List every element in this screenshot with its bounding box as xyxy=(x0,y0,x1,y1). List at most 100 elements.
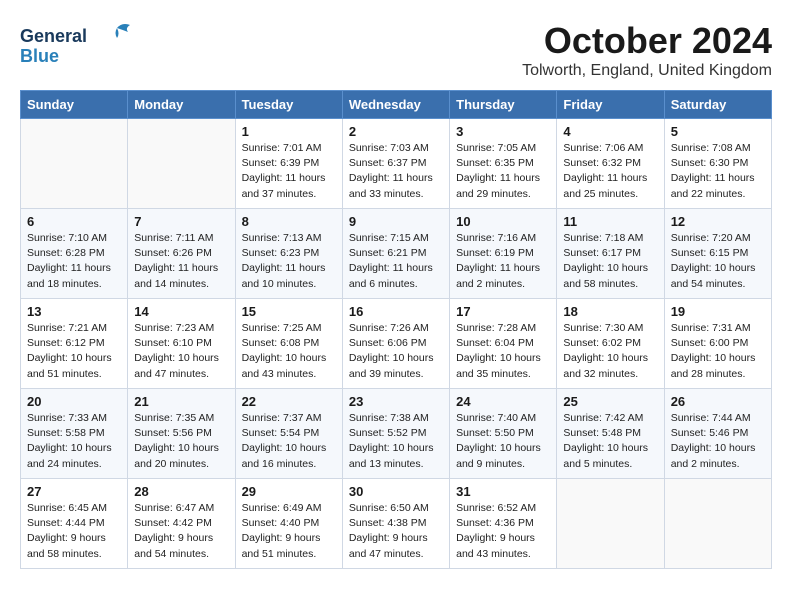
day-content: Sunrise: 7:23 AM Sunset: 6:10 PM Dayligh… xyxy=(134,321,228,382)
day-header-saturday: Saturday xyxy=(664,91,771,119)
day-content: Sunrise: 7:25 AM Sunset: 6:08 PM Dayligh… xyxy=(242,321,336,382)
day-content: Sunrise: 7:08 AM Sunset: 6:30 PM Dayligh… xyxy=(671,141,765,202)
day-number: 15 xyxy=(242,304,336,319)
day-number: 9 xyxy=(349,214,443,229)
day-content: Sunrise: 7:40 AM Sunset: 5:50 PM Dayligh… xyxy=(456,411,550,472)
calendar-week-2: 6 Sunrise: 7:10 AM Sunset: 6:28 PM Daylig… xyxy=(21,209,772,299)
svg-text:Blue: Blue xyxy=(20,46,59,66)
day-number: 13 xyxy=(27,304,121,319)
calendar-cell: 3 Sunrise: 7:05 AM Sunset: 6:35 PM Daylig… xyxy=(450,119,557,209)
calendar-week-1: 1Sunrise: 7:01 AM Sunset: 6:39 PM Daylig… xyxy=(21,119,772,209)
calendar-cell: 22 Sunrise: 7:37 AM Sunset: 5:54 PM Dayli… xyxy=(235,389,342,479)
calendar-cell: 11Sunrise: 7:18 AM Sunset: 6:17 PM Dayli… xyxy=(557,209,664,299)
calendar-cell: 14 Sunrise: 7:23 AM Sunset: 6:10 PM Dayli… xyxy=(128,299,235,389)
calendar-cell: 8 Sunrise: 7:13 AM Sunset: 6:23 PM Daylig… xyxy=(235,209,342,299)
day-content: Sunrise: 7:13 AM Sunset: 6:23 PM Dayligh… xyxy=(242,231,336,292)
calendar-cell: 25 Sunrise: 7:42 AM Sunset: 5:48 PM Dayli… xyxy=(557,389,664,479)
day-number: 29 xyxy=(242,484,336,499)
day-number: 30 xyxy=(349,484,443,499)
day-content: Sunrise: 7:42 AM Sunset: 5:48 PM Dayligh… xyxy=(563,411,657,472)
header: General Blue October 2024 Tolworth, Engl… xyxy=(20,20,772,80)
day-header-friday: Friday xyxy=(557,91,664,119)
title-section: October 2024 Tolworth, England, United K… xyxy=(522,20,772,80)
day-number: 5 xyxy=(671,124,765,139)
day-content: Sunrise: 7:10 AM Sunset: 6:28 PM Dayligh… xyxy=(27,231,121,292)
calendar-cell xyxy=(664,479,771,569)
day-content: Sunrise: 7:26 AM Sunset: 6:06 PM Dayligh… xyxy=(349,321,443,382)
day-content: Sunrise: 7:03 AM Sunset: 6:37 PM Dayligh… xyxy=(349,141,443,202)
day-content: Sunrise: 7:44 AM Sunset: 5:46 PM Dayligh… xyxy=(671,411,765,472)
day-number: 24 xyxy=(456,394,550,409)
calendar-cell: 5 Sunrise: 7:08 AM Sunset: 6:30 PM Daylig… xyxy=(664,119,771,209)
calendar-cell: 18 Sunrise: 7:30 AM Sunset: 6:02 PM Dayli… xyxy=(557,299,664,389)
day-number: 17 xyxy=(456,304,550,319)
day-number: 28 xyxy=(134,484,228,499)
calendar-cell: 2Sunrise: 7:03 AM Sunset: 6:37 PM Daylig… xyxy=(342,119,449,209)
day-number: 4 xyxy=(563,124,657,139)
calendar-week-5: 27 Sunrise: 6:45 AM Sunset: 4:44 PM Dayli… xyxy=(21,479,772,569)
day-number: 3 xyxy=(456,124,550,139)
calendar-cell xyxy=(128,119,235,209)
day-content: Sunrise: 7:01 AM Sunset: 6:39 PM Dayligh… xyxy=(242,141,336,202)
calendar-cell: 20 Sunrise: 7:33 AM Sunset: 5:58 PM Dayli… xyxy=(21,389,128,479)
day-content: Sunrise: 7:37 AM Sunset: 5:54 PM Dayligh… xyxy=(242,411,336,472)
day-number: 10 xyxy=(456,214,550,229)
day-content: Sunrise: 6:49 AM Sunset: 4:40 PM Dayligh… xyxy=(242,501,336,562)
calendar-cell: 12Sunrise: 7:20 AM Sunset: 6:15 PM Dayli… xyxy=(664,209,771,299)
calendar-header-row: SundayMondayTuesdayWednesdayThursdayFrid… xyxy=(21,91,772,119)
logo-svg: General Blue xyxy=(20,20,140,70)
day-number: 16 xyxy=(349,304,443,319)
month-title: October 2024 xyxy=(522,20,772,62)
day-number: 27 xyxy=(27,484,121,499)
day-content: Sunrise: 7:38 AM Sunset: 5:52 PM Dayligh… xyxy=(349,411,443,472)
calendar-cell: 1Sunrise: 7:01 AM Sunset: 6:39 PM Daylig… xyxy=(235,119,342,209)
day-content: Sunrise: 7:30 AM Sunset: 6:02 PM Dayligh… xyxy=(563,321,657,382)
calendar-cell: 21Sunrise: 7:35 AM Sunset: 5:56 PM Dayli… xyxy=(128,389,235,479)
calendar-cell: 30 Sunrise: 6:50 AM Sunset: 4:38 PM Dayli… xyxy=(342,479,449,569)
day-header-thursday: Thursday xyxy=(450,91,557,119)
day-content: Sunrise: 6:50 AM Sunset: 4:38 PM Dayligh… xyxy=(349,501,443,562)
day-header-monday: Monday xyxy=(128,91,235,119)
day-number: 18 xyxy=(563,304,657,319)
day-header-sunday: Sunday xyxy=(21,91,128,119)
day-content: Sunrise: 6:45 AM Sunset: 4:44 PM Dayligh… xyxy=(27,501,121,562)
calendar-table: SundayMondayTuesdayWednesdayThursdayFrid… xyxy=(20,90,772,569)
calendar-cell: 26Sunrise: 7:44 AM Sunset: 5:46 PM Dayli… xyxy=(664,389,771,479)
calendar-cell: 28 Sunrise: 6:47 AM Sunset: 4:42 PM Dayli… xyxy=(128,479,235,569)
day-number: 23 xyxy=(349,394,443,409)
day-number: 12 xyxy=(671,214,765,229)
calendar-cell: 24 Sunrise: 7:40 AM Sunset: 5:50 PM Dayli… xyxy=(450,389,557,479)
calendar-cell: 9 Sunrise: 7:15 AM Sunset: 6:21 PM Daylig… xyxy=(342,209,449,299)
day-header-wednesday: Wednesday xyxy=(342,91,449,119)
day-number: 20 xyxy=(27,394,121,409)
day-content: Sunrise: 7:15 AM Sunset: 6:21 PM Dayligh… xyxy=(349,231,443,292)
day-number: 25 xyxy=(563,394,657,409)
logo: General Blue xyxy=(20,20,140,70)
day-number: 6 xyxy=(27,214,121,229)
day-header-tuesday: Tuesday xyxy=(235,91,342,119)
calendar-cell: 27 Sunrise: 6:45 AM Sunset: 4:44 PM Dayli… xyxy=(21,479,128,569)
day-number: 22 xyxy=(242,394,336,409)
calendar-cell: 10 Sunrise: 7:16 AM Sunset: 6:19 PM Dayli… xyxy=(450,209,557,299)
day-number: 31 xyxy=(456,484,550,499)
calendar-week-3: 13Sunrise: 7:21 AM Sunset: 6:12 PM Dayli… xyxy=(21,299,772,389)
calendar-cell: 13Sunrise: 7:21 AM Sunset: 6:12 PM Dayli… xyxy=(21,299,128,389)
day-content: Sunrise: 6:47 AM Sunset: 4:42 PM Dayligh… xyxy=(134,501,228,562)
day-content: Sunrise: 7:31 AM Sunset: 6:00 PM Dayligh… xyxy=(671,321,765,382)
calendar-cell: 6 Sunrise: 7:10 AM Sunset: 6:28 PM Daylig… xyxy=(21,209,128,299)
calendar-cell: 19 Sunrise: 7:31 AM Sunset: 6:00 PM Dayli… xyxy=(664,299,771,389)
day-content: Sunrise: 6:52 AM Sunset: 4:36 PM Dayligh… xyxy=(456,501,550,562)
day-content: Sunrise: 7:05 AM Sunset: 6:35 PM Dayligh… xyxy=(456,141,550,202)
day-number: 8 xyxy=(242,214,336,229)
calendar-cell xyxy=(21,119,128,209)
day-content: Sunrise: 7:35 AM Sunset: 5:56 PM Dayligh… xyxy=(134,411,228,472)
day-content: Sunrise: 7:33 AM Sunset: 5:58 PM Dayligh… xyxy=(27,411,121,472)
day-content: Sunrise: 7:11 AM Sunset: 6:26 PM Dayligh… xyxy=(134,231,228,292)
calendar-cell: 15 Sunrise: 7:25 AM Sunset: 6:08 PM Dayli… xyxy=(235,299,342,389)
day-content: Sunrise: 7:18 AM Sunset: 6:17 PM Dayligh… xyxy=(563,231,657,292)
day-number: 19 xyxy=(671,304,765,319)
calendar-cell: 7Sunrise: 7:11 AM Sunset: 6:26 PM Daylig… xyxy=(128,209,235,299)
day-number: 14 xyxy=(134,304,228,319)
day-content: Sunrise: 7:16 AM Sunset: 6:19 PM Dayligh… xyxy=(456,231,550,292)
calendar-cell: 16 Sunrise: 7:26 AM Sunset: 6:06 PM Dayli… xyxy=(342,299,449,389)
